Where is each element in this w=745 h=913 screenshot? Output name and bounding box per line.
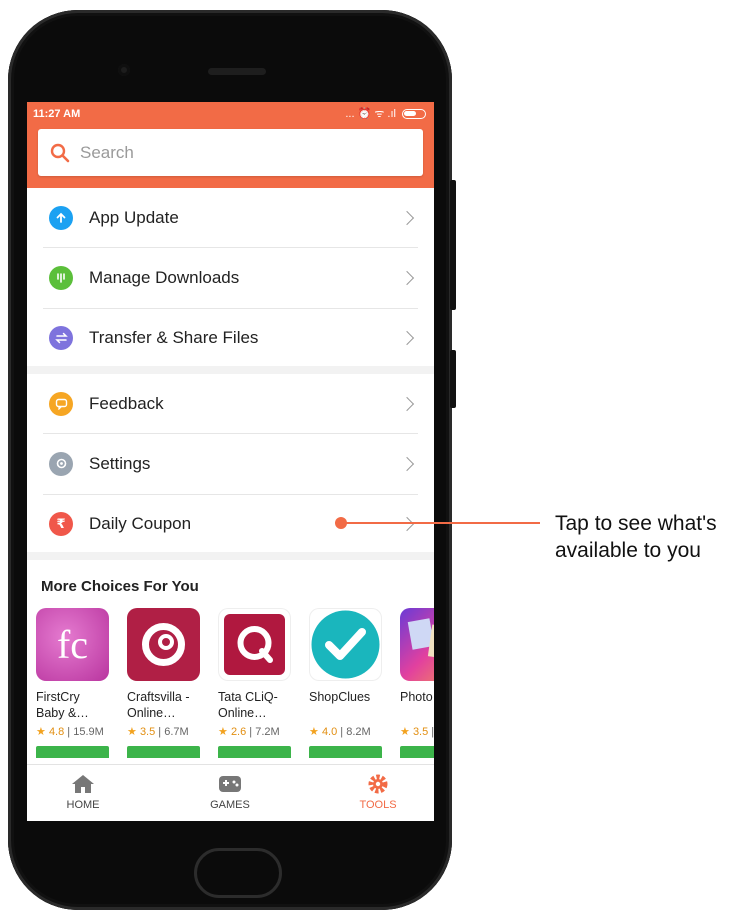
craftsvilla-app-icon (127, 608, 200, 681)
home-icon (70, 773, 96, 795)
tab-games[interactable]: GAMES (190, 773, 270, 811)
menu-item-settings[interactable]: Settings (43, 434, 418, 495)
app-card-tatacliq[interactable]: Tata CLiQ- Online… ★ 2.6 | 7.2M (218, 608, 291, 758)
firstcry-app-icon: fc (36, 608, 109, 681)
app-name: Photo (400, 690, 433, 704)
search-bar[interactable] (38, 129, 423, 176)
chevron-right-icon (399, 210, 415, 225)
volume-button (450, 180, 456, 310)
tab-label: GAMES (210, 799, 250, 811)
arrow-up-icon (49, 205, 73, 230)
menu-item-label: Manage Downloads (89, 267, 240, 287)
menu-item-label: Daily Coupon (89, 514, 192, 534)
menu-item-manage-downloads[interactable]: Manage Downloads (43, 248, 418, 309)
tab-home[interactable]: HOME (43, 773, 123, 811)
menu-item-label: Feedback (89, 393, 164, 413)
tools-group-primary: App Update Manage Downloads Transfer & S… (27, 188, 434, 366)
section-title: More Choices For You (41, 578, 199, 595)
power-button (450, 350, 456, 408)
chevron-right-icon (399, 396, 415, 411)
status-bar: 11:27 AM ... ⏰ ᯤ .ıl (27, 102, 434, 124)
shopclues-app-icon (309, 608, 382, 681)
chevron-right-icon (399, 331, 415, 346)
app-screen: 11:27 AM ... ⏰ ᯤ .ıl App Update Manag (27, 102, 434, 821)
status-time: 11:27 AM (33, 108, 81, 120)
chevron-right-icon (399, 456, 415, 472)
install-button[interactable] (36, 746, 109, 758)
app-name: Tata CLiQ- Online… (218, 690, 278, 720)
bottom-tab-bar: HOME GAMES TOOLS (27, 764, 434, 821)
app-carousel[interactable]: fc FirstCry Baby &… ★ 4.8 | 15.9M Crafts… (36, 608, 434, 758)
tools-group-secondary: Feedback Settings ₹ Daily Coupon (27, 374, 434, 552)
status-indicators: ... ⏰ ᯤ .ıl (345, 108, 396, 120)
install-button[interactable] (309, 746, 382, 758)
app-name: ShopClues (309, 690, 371, 704)
photo-app-icon (400, 608, 434, 681)
more-choices-section: More Choices For You fc FirstCry Baby &…… (27, 560, 434, 770)
install-button[interactable] (400, 746, 434, 758)
header-bar: 11:27 AM ... ⏰ ᯤ .ıl (27, 102, 434, 188)
app-card-photo[interactable]: Photo ★ 3.5 | (400, 608, 434, 758)
app-meta: ★ 3.5 | (400, 726, 434, 738)
chevron-right-icon (399, 517, 415, 532)
app-card-craftsvilla[interactable]: Craftsvilla - Online… ★ 3.5 | 6.7M (127, 608, 200, 758)
callout-text: Tap to see what's available to you (555, 512, 717, 562)
tatacliq-app-icon (218, 608, 291, 681)
menu-item-label: App Update (89, 207, 179, 227)
app-card-firstcry[interactable]: fc FirstCry Baby &… ★ 4.8 | 15.9M (36, 608, 109, 758)
app-meta: ★ 4.8 | 15.9M (36, 726, 104, 738)
tab-label: TOOLS (359, 799, 397, 811)
download-icon (49, 265, 73, 290)
svg-text:fc: fc (57, 622, 88, 667)
menu-item-daily-coupon[interactable]: ₹ Daily Coupon (43, 495, 418, 554)
transfer-icon (49, 326, 73, 351)
app-meta: ★ 2.6 | 7.2M (218, 726, 280, 738)
battery-icon (402, 108, 426, 119)
install-button[interactable] (127, 746, 200, 758)
app-meta: ★ 4.0 | 8.2M (309, 726, 371, 738)
chat-icon (49, 391, 73, 416)
app-meta: ★ 3.5 | 6.7M (127, 726, 189, 738)
menu-item-label: Settings (89, 453, 151, 473)
gear-icon (49, 451, 73, 476)
chevron-right-icon (399, 270, 415, 286)
search-input[interactable] (78, 141, 402, 164)
gamepad-icon (217, 773, 243, 795)
menu-item-label: Transfer & Share Files (89, 328, 259, 348)
app-name: FirstCry Baby &… (36, 690, 89, 720)
menu-item-app-update[interactable]: App Update (43, 188, 418, 249)
install-button[interactable] (218, 746, 291, 758)
front-camera (118, 64, 130, 76)
tab-tools[interactable]: TOOLS (338, 773, 418, 811)
app-card-shopclues[interactable]: ShopClues ★ 4.0 | 8.2M (309, 608, 382, 758)
menu-item-feedback[interactable]: Feedback (43, 374, 418, 435)
rupee-icon: ₹ (49, 512, 73, 537)
status-icons: ... ⏰ ᯤ .ıl (345, 106, 426, 121)
tab-label: HOME (66, 799, 100, 811)
callout-line (345, 522, 540, 524)
earpiece-speaker (208, 68, 266, 75)
menu-item-transfer-share[interactable]: Transfer & Share Files (43, 309, 418, 368)
search-icon (50, 143, 70, 163)
home-key[interactable] (194, 848, 282, 898)
app-name: Craftsvilla - Online… (127, 690, 190, 720)
gear-icon (365, 773, 391, 795)
